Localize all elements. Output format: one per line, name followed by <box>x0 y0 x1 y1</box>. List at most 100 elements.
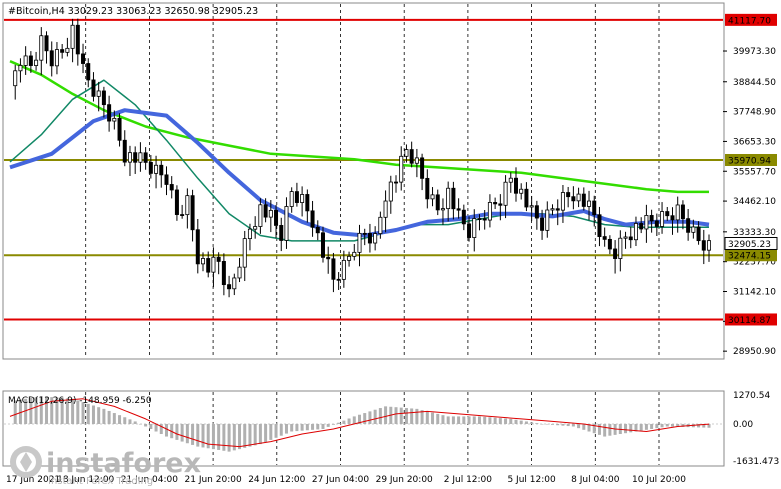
candle-body <box>284 206 289 241</box>
price-tick-label: 34462.10 <box>733 197 776 207</box>
macd-bar <box>462 416 466 424</box>
candle-body <box>117 118 122 141</box>
level-tag-label: 41117.70 <box>728 16 771 26</box>
candle-body <box>174 189 179 215</box>
candle-body <box>341 259 346 280</box>
candle-body <box>315 226 320 234</box>
candle-body <box>451 187 456 210</box>
candle-body <box>180 214 185 216</box>
macd-bar <box>425 411 429 424</box>
macd-bar <box>477 416 481 424</box>
macd-scale-label: 0.00 <box>733 420 753 430</box>
candle-body <box>70 24 75 49</box>
watermark-brand: instaforex <box>46 448 201 479</box>
level-tag-label: 30114.87 <box>728 316 771 326</box>
macd-bar <box>284 423 288 434</box>
macd-bar <box>180 423 184 442</box>
macd-bar <box>561 423 565 426</box>
candle-body <box>581 193 586 207</box>
macd-bar <box>608 423 612 436</box>
candle-body <box>660 211 665 227</box>
watermark-tagline: Instant Forex Trading <box>48 476 153 487</box>
macd-bar <box>347 418 351 424</box>
candle-body <box>221 261 226 286</box>
candle-body <box>618 237 623 259</box>
candle-body <box>665 211 670 217</box>
candle-body <box>216 256 221 262</box>
macd-bar <box>227 423 231 452</box>
macd-bar <box>665 423 669 427</box>
candle-body <box>54 49 59 67</box>
candle-body <box>268 209 273 218</box>
candle-body <box>378 216 383 234</box>
macd-bar <box>493 417 497 424</box>
macd-bar <box>624 423 628 434</box>
candle-body <box>560 192 565 211</box>
candle-body <box>414 157 419 164</box>
macd-bar <box>185 423 189 444</box>
price-tick-label: 36653.30 <box>733 137 776 147</box>
candle-body <box>253 226 258 230</box>
macd-bar <box>290 423 294 432</box>
macd-bar <box>238 423 242 450</box>
candle-body <box>13 70 18 87</box>
candle-body <box>195 229 200 265</box>
macd-bar <box>415 408 419 424</box>
time-tick-label: 29 Jun 20:00 <box>376 475 433 485</box>
candle-body <box>362 232 367 235</box>
candle-body <box>566 192 571 198</box>
macd-bar <box>269 423 273 440</box>
candle-body <box>28 55 33 66</box>
macd-bar <box>441 415 445 424</box>
candle-body <box>644 215 649 230</box>
macd-scale-label: 1270.54 <box>733 391 770 401</box>
macd-bar <box>670 423 674 427</box>
candle-body <box>49 50 54 67</box>
candle-body <box>707 240 712 251</box>
candle-body <box>472 218 477 238</box>
candle-body <box>602 236 607 240</box>
candle-body <box>258 204 263 227</box>
macd-bar <box>410 408 414 424</box>
candle-body <box>493 202 498 205</box>
price-tick-label: 39973.30 <box>733 47 776 57</box>
macd-axis: 1270.54 0.00 -1631.473 <box>733 391 779 467</box>
candle-body <box>670 215 675 221</box>
candle-body <box>430 194 435 200</box>
macd-bar <box>399 407 403 424</box>
price-tick-label: 28950.90 <box>733 347 776 357</box>
current-price-label: 32905.23 <box>728 240 771 250</box>
macd-bar <box>571 423 575 427</box>
time-tick-label: 10 Jul 20:00 <box>632 475 686 485</box>
macd-bar <box>514 419 518 424</box>
candle-body <box>211 256 216 273</box>
candle-body <box>138 152 143 163</box>
macd-bar <box>118 415 122 424</box>
candle-body <box>300 194 305 203</box>
candle-body <box>148 162 153 174</box>
candle-body <box>628 236 633 241</box>
candle-body <box>686 218 691 233</box>
macd-bar <box>253 423 257 446</box>
macd-bar <box>446 416 450 424</box>
candle-body <box>623 236 628 239</box>
macd-bar <box>519 420 523 424</box>
candle-body <box>237 266 242 279</box>
candle-body <box>39 35 44 61</box>
macd-bar <box>363 413 367 424</box>
macd-bar <box>342 420 346 424</box>
candle-body <box>503 181 508 206</box>
time-tick-label: 5 Jul 12:00 <box>507 475 556 485</box>
macd-bar <box>378 408 382 424</box>
candle-body <box>524 188 529 208</box>
candle-body <box>513 177 518 194</box>
macd-bar <box>597 423 601 435</box>
candle-body <box>649 215 654 222</box>
macd-bar <box>530 422 534 424</box>
macd-bar <box>467 416 471 424</box>
macd-bar <box>404 408 408 424</box>
candle-body <box>122 139 127 163</box>
candle-body <box>550 208 555 211</box>
candle-body <box>545 209 550 231</box>
candle-body <box>206 258 211 273</box>
